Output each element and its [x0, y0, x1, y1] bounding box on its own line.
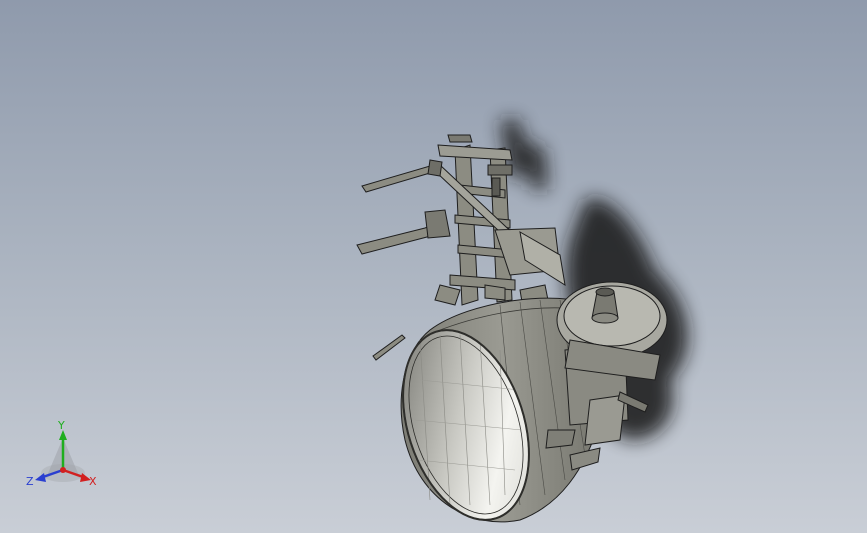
reference-triad: Y X Z	[22, 418, 112, 498]
3d-model[interactable]	[0, 0, 867, 533]
triad-y-label: Y	[58, 419, 65, 432]
triad-graphic	[35, 430, 91, 482]
circular-plate[interactable]	[556, 281, 668, 381]
triad-x-label: X	[89, 475, 97, 488]
triad-z-label: Z	[26, 475, 34, 488]
graphics-viewport[interactable]: Y X Z	[0, 0, 867, 533]
